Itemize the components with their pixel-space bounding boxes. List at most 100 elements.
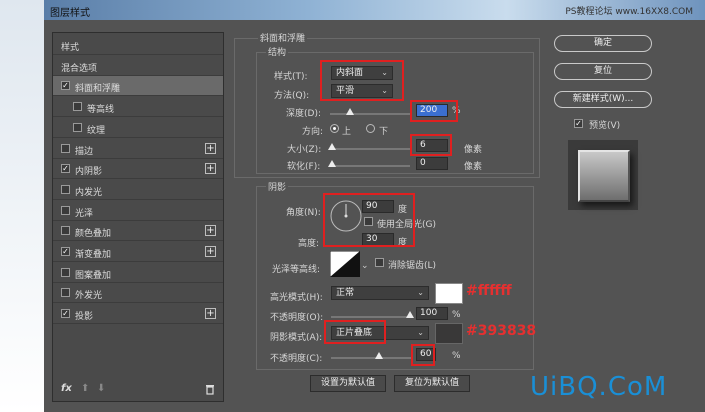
highlight-mode-select[interactable]: 正常 ⌄ bbox=[331, 286, 429, 300]
style-checkbox[interactable] bbox=[61, 205, 70, 215]
fx-icon[interactable]: fx bbox=[61, 383, 72, 394]
reset-default-button[interactable]: 复位为默认值 bbox=[394, 375, 470, 392]
style-label: 渐变叠加 bbox=[75, 250, 112, 260]
style-label: 图案叠加 bbox=[75, 270, 112, 281]
title-bar: 图层样式 PS教程论坛 www.16XX8.COM bbox=[44, 0, 705, 20]
styles-list-panel: 样式 混合选项 ✓ 斜面和浮雕 等高线 纹理 描边 + ✓ 内阴影 + 内发光 光泽 颜色叠加 + ✓ 渐变叠加… bbox=[52, 32, 224, 402]
add-style-icon[interactable]: + bbox=[205, 308, 216, 320]
style-checkbox[interactable] bbox=[73, 102, 82, 112]
style-label: 描边 bbox=[75, 146, 94, 157]
style-checkbox[interactable]: ✓ bbox=[61, 164, 70, 174]
highlight-box-shadow-opacity bbox=[411, 344, 435, 366]
highlight-color-annotation: #ffffff bbox=[466, 283, 512, 299]
chevron-down-icon: ⌄ bbox=[417, 288, 424, 297]
size-slider[interactable] bbox=[328, 143, 410, 150]
structure-title: 结构 bbox=[266, 45, 289, 58]
size-slider-thumb[interactable] bbox=[328, 143, 336, 150]
watermark-text: PS教程论坛 www.16XX8.COM bbox=[565, 7, 693, 17]
direction-down-radio[interactable] bbox=[366, 124, 375, 133]
shadow-opacity-label: 不透明度(C): bbox=[270, 354, 323, 364]
chevron-down-icon[interactable]: ⌄ bbox=[361, 261, 369, 271]
style-checkbox[interactable] bbox=[61, 143, 70, 153]
style-checkbox[interactable]: ✓ bbox=[61, 81, 70, 91]
brand-logo-text: UiBQ.CoM bbox=[530, 372, 668, 402]
highlight-opacity-thumb[interactable] bbox=[406, 311, 414, 318]
highlight-color-swatch[interactable] bbox=[435, 283, 463, 304]
add-style-icon[interactable]: + bbox=[205, 225, 216, 237]
soften-label: 软化(F): bbox=[287, 162, 321, 172]
soften-input[interactable]: 0 bbox=[416, 157, 448, 170]
highlight-box-size bbox=[410, 134, 452, 156]
style-label: 纹理 bbox=[87, 125, 106, 136]
style-list-item[interactable]: ✓ 斜面和浮雕 bbox=[53, 76, 223, 97]
background-left bbox=[0, 0, 44, 412]
style-list-item[interactable]: 外发光 bbox=[53, 283, 223, 304]
chevron-down-icon: ⌄ bbox=[417, 328, 424, 337]
size-label: 大小(Z): bbox=[287, 145, 322, 155]
add-style-icon[interactable]: + bbox=[205, 142, 216, 154]
style-list-item[interactable]: 颜色叠加 + bbox=[53, 221, 223, 242]
window-title: 图层样式 bbox=[50, 8, 90, 19]
style-list-item[interactable]: ✓ 内阴影 + bbox=[53, 159, 223, 180]
style-label: 斜面和浮雕 bbox=[75, 84, 121, 95]
trash-icon[interactable] bbox=[205, 383, 215, 395]
style-label: 光泽 bbox=[75, 208, 94, 219]
style-list-item[interactable]: 混合选项 bbox=[53, 56, 223, 76]
highlight-opacity-label: 不透明度(O): bbox=[270, 313, 324, 323]
highlight-opacity-slider[interactable] bbox=[331, 311, 414, 318]
styles-footer: fx ⬆ ⬇ bbox=[53, 379, 223, 401]
style-label: 混合选项 bbox=[61, 63, 98, 74]
add-style-icon[interactable]: + bbox=[205, 163, 216, 175]
preview-label: 预览(V) bbox=[589, 121, 621, 131]
style-list-item[interactable]: 等高线 bbox=[53, 97, 223, 118]
bevel-section-title: 斜面和浮雕 bbox=[258, 31, 308, 44]
preview-swatch bbox=[568, 140, 638, 210]
ok-button[interactable]: 确定 bbox=[554, 35, 652, 52]
preview-thumbnail bbox=[578, 150, 630, 202]
style-list-item[interactable]: 光泽 bbox=[53, 201, 223, 221]
style-checkbox[interactable] bbox=[61, 267, 70, 277]
soften-unit: 像素 bbox=[464, 162, 483, 172]
style-list-item[interactable]: 描边 + bbox=[53, 139, 223, 159]
style-list-item[interactable]: ✓ 投影 + bbox=[53, 304, 223, 325]
style-list-item[interactable]: ✓ 渐变叠加 + bbox=[53, 242, 223, 262]
style-checkbox[interactable]: ✓ bbox=[61, 309, 70, 319]
shadow-opacity-thumb[interactable] bbox=[375, 352, 383, 359]
style-list-item[interactable]: 图案叠加 bbox=[53, 263, 223, 283]
shadow-color-annotation: #393838 bbox=[466, 323, 537, 339]
direction-up-label: 上 bbox=[342, 127, 352, 137]
new-style-button[interactable]: 新建样式(W)... bbox=[554, 91, 652, 108]
depth-slider-thumb[interactable] bbox=[346, 108, 354, 115]
shadow-color-swatch[interactable] bbox=[435, 323, 463, 344]
highlight-mode-label: 高光模式(H): bbox=[270, 293, 323, 303]
style-list-item[interactable]: 纹理 bbox=[53, 118, 223, 138]
gloss-contour-swatch[interactable] bbox=[330, 251, 360, 277]
highlight-box-style bbox=[320, 60, 404, 101]
shadow-mode-label: 阴影模式(A): bbox=[270, 333, 323, 343]
direction-up-radio[interactable] bbox=[330, 124, 339, 133]
shadow-opacity-slider[interactable] bbox=[331, 352, 411, 359]
arrow-up-icon[interactable]: ⬆ bbox=[81, 383, 89, 394]
soften-slider[interactable] bbox=[328, 160, 410, 167]
style-checkbox[interactable]: ✓ bbox=[61, 247, 70, 256]
highlight-box-angle bbox=[323, 193, 415, 247]
depth-slider[interactable] bbox=[330, 108, 410, 115]
style-checkbox[interactable] bbox=[61, 184, 70, 194]
style-checkbox[interactable] bbox=[61, 288, 70, 298]
antialias-checkbox[interactable] bbox=[375, 258, 384, 267]
add-style-icon[interactable]: + bbox=[205, 246, 216, 257]
make-default-button[interactable]: 设置为默认值 bbox=[310, 375, 386, 392]
style-label: 样式 bbox=[61, 43, 80, 53]
angle-label: 角度(N): bbox=[286, 208, 321, 218]
reset-button[interactable]: 复位 bbox=[554, 63, 652, 80]
style-list-item[interactable]: 样式 bbox=[53, 35, 223, 55]
style-checkbox[interactable] bbox=[73, 122, 82, 132]
arrow-down-icon[interactable]: ⬇ bbox=[97, 383, 105, 394]
style-list-item[interactable]: 内发光 bbox=[53, 180, 223, 200]
style-checkbox[interactable] bbox=[61, 226, 70, 236]
highlight-opacity-input[interactable]: 100 bbox=[416, 307, 448, 320]
style-label: 投影 bbox=[75, 312, 94, 323]
preview-checkbox[interactable]: ✓ bbox=[574, 119, 583, 128]
soften-slider-thumb[interactable] bbox=[328, 160, 336, 167]
technique-label: 方法(Q): bbox=[274, 91, 310, 101]
